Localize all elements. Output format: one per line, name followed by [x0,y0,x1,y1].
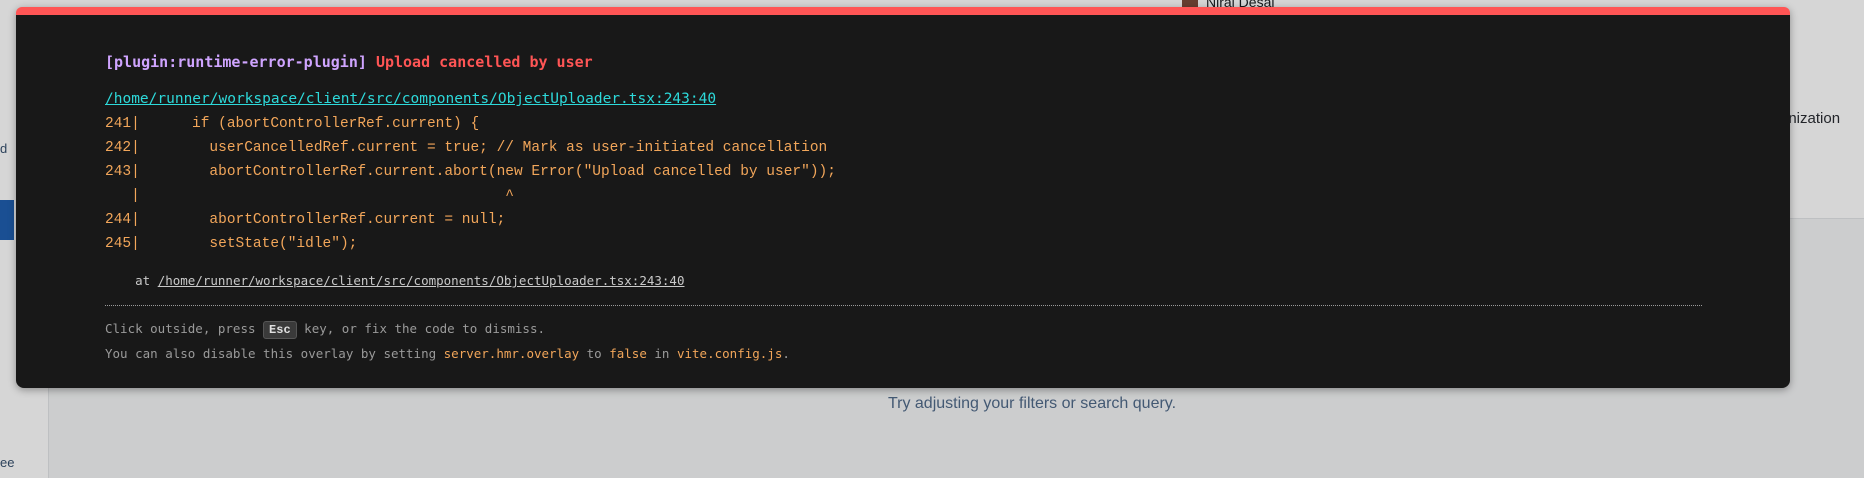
code-line: 242| userCancelledRef.current = true; //… [105,140,828,156]
dismiss-tip: Click outside, press Esc key, or fix the… [105,321,545,339]
divider [105,305,1702,306]
tip-text: You can also disable this overlay by set… [105,346,444,361]
error-plugin-name: [plugin:runtime-error-plugin] [105,53,367,71]
error-overlay: [plugin:runtime-error-plugin] Upload can… [16,7,1790,388]
code-line: 241| if (abortControllerRef.current) { [105,116,480,132]
tip-text: . [782,346,790,361]
code-line: 244| abortControllerRef.current = null; [105,212,506,228]
tip-text: to [579,346,610,361]
error-file-link[interactable]: /home/runner/workspace/client/src/compon… [105,91,716,107]
error-message: Upload cancelled by user [375,53,593,71]
stack-prefix: at [105,273,158,288]
stack-file-link[interactable]: /home/runner/workspace/client/src/compon… [158,273,685,288]
esc-key-badge: Esc [263,321,297,339]
tip-text: Click outside, press [105,321,264,336]
config-setting: server.hmr.overlay [443,346,580,361]
disable-overlay-tip: You can also disable this overlay by set… [105,346,790,361]
config-value: false [609,346,647,361]
tip-text: in [646,346,677,361]
stack-trace: at /home/runner/workspace/client/src/com… [105,273,684,288]
config-file: vite.config.js [676,346,783,361]
code-frame: 241| if (abortControllerRef.current) { 24… [105,112,836,256]
error-title: [plugin:runtime-error-plugin] Upload can… [105,53,593,71]
code-line: 243| abortControllerRef.current.abort(ne… [105,164,836,180]
code-line: 245| setState("idle"); [105,236,358,252]
code-caret-line: | ^ [105,188,514,204]
tip-text: key, or fix the code to dismiss. [296,321,546,336]
